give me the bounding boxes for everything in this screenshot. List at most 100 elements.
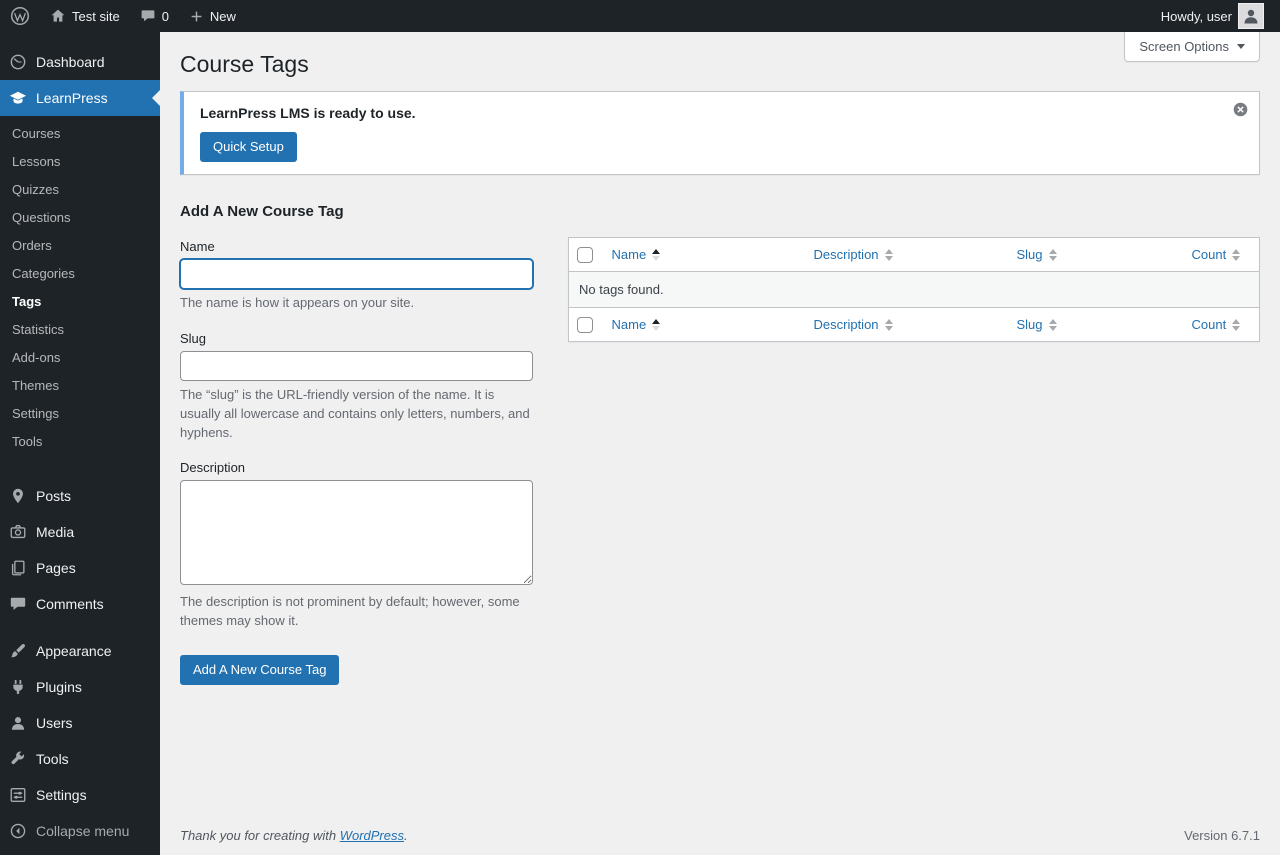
slug-label: Slug xyxy=(180,330,207,346)
submenu-item-statistics[interactable]: Statistics xyxy=(0,316,160,344)
sidebar-item-label: Users xyxy=(36,715,73,731)
sort-indicator-icon xyxy=(652,318,661,331)
sort-indicator-icon xyxy=(884,318,893,331)
sidebar-item-users[interactable]: Users xyxy=(0,705,160,741)
sidebar-item-comments[interactable]: Comments xyxy=(0,586,160,622)
add-tag-form: Add A New Course Tag Name The name is ho… xyxy=(180,195,533,686)
table-header-row: Name Description Slug Count xyxy=(568,238,1260,272)
plugins-icon xyxy=(8,677,28,697)
empty-table-row: No tags found. xyxy=(568,271,1260,308)
wordpress-logo-icon xyxy=(10,6,30,26)
comments-menu[interactable]: 0 xyxy=(130,0,179,32)
sidebar-item-label: LearnPress xyxy=(36,90,108,106)
wordpress-logo-menu[interactable] xyxy=(0,0,40,32)
submenu-item-quizzes[interactable]: Quizzes xyxy=(0,176,160,204)
sort-by-slug-link[interactable]: Slug xyxy=(1017,316,1057,333)
form-heading: Add A New Course Tag xyxy=(180,203,344,220)
submenu-item-orders[interactable]: Orders xyxy=(0,232,160,260)
sort-by-slug-link[interactable]: Slug xyxy=(1017,246,1057,263)
two-column-layout: Add A New Course Tag Name The name is ho… xyxy=(180,195,1260,686)
sidebar-item-label: Posts xyxy=(36,488,72,504)
comments-count: 0 xyxy=(161,8,169,24)
dismiss-notice-icon[interactable] xyxy=(1232,101,1249,118)
sidebar-item-label: Plugins xyxy=(36,679,82,695)
chevron-down-icon xyxy=(1237,44,1245,49)
sidebar-item-pages[interactable]: Pages xyxy=(0,550,160,586)
screen-options-label: Screen Options xyxy=(1139,39,1229,54)
admin-bar: Test site 0 New Howdy, user xyxy=(0,0,1280,32)
sidebar-item-media[interactable]: Media xyxy=(0,514,160,550)
my-account-menu[interactable]: Howdy, user xyxy=(1151,0,1274,32)
select-all-checkbox-bottom[interactable] xyxy=(577,316,593,333)
learnpress-notice: LearnPress LMS is ready to use. Quick Se… xyxy=(180,91,1260,175)
quick-setup-button[interactable]: Quick Setup xyxy=(200,132,297,162)
footer-version: Version 6.7.1 xyxy=(1184,828,1260,843)
new-label: New xyxy=(209,8,236,24)
screen-options-button[interactable]: Screen Options xyxy=(1124,32,1260,62)
description-textarea[interactable] xyxy=(180,480,533,586)
sidebar-item-tools[interactable]: Tools xyxy=(0,741,160,777)
sort-by-name-link[interactable]: Name xyxy=(612,316,661,333)
submenu-item-tools[interactable]: Tools xyxy=(0,428,160,456)
submenu-item-lessons[interactable]: Lessons xyxy=(0,148,160,176)
add-tag-submit-button[interactable]: Add A New Course Tag xyxy=(180,655,340,686)
howdy-label: Howdy, user xyxy=(1160,8,1232,24)
sort-indicator-icon xyxy=(884,248,893,261)
sidebar-item-learnpress[interactable]: LearnPress xyxy=(0,80,160,116)
site-name-menu[interactable]: Test site xyxy=(40,0,130,32)
submenu-item-settings[interactable]: Settings xyxy=(0,400,160,428)
description-label: Description xyxy=(180,460,246,476)
user-avatar-icon xyxy=(1244,9,1258,24)
sidebar-item-posts[interactable]: Posts xyxy=(0,478,160,514)
footer-thanks: Thank you for creating with WordPress. xyxy=(180,828,408,843)
comments-icon xyxy=(8,594,28,614)
sort-by-name-link[interactable]: Name xyxy=(612,246,661,263)
sort-indicator-icon xyxy=(1232,318,1241,331)
sidebar-item-plugins[interactable]: Plugins xyxy=(0,669,160,705)
sidebar-item-label: Tools xyxy=(36,751,69,767)
admin-footer: Thank you for creating with WordPress. V… xyxy=(180,828,1260,843)
plus-icon xyxy=(189,9,204,24)
sidebar-item-settings[interactable]: Settings xyxy=(0,777,160,813)
dashboard-icon xyxy=(8,52,28,72)
pages-icon xyxy=(8,558,28,578)
avatar xyxy=(1238,3,1264,29)
sidebar-item-label: Pages xyxy=(36,560,76,576)
table-footer-row: Name Description Slug Count xyxy=(568,307,1260,342)
sidebar-item-appearance[interactable]: Appearance xyxy=(0,633,160,669)
submenu-item-courses[interactable]: Courses xyxy=(0,120,160,148)
empty-message: No tags found. xyxy=(568,271,1260,308)
submenu-item-themes[interactable]: Themes xyxy=(0,372,160,400)
submenu-item-categories[interactable]: Categories xyxy=(0,260,160,288)
sidebar-item-label: Dashboard xyxy=(36,54,105,70)
learnpress-submenu: Courses Lessons Quizzes Questions Orders… xyxy=(0,116,160,466)
site-name-label: Test site xyxy=(72,8,120,24)
tags-table: Name Description Slug Count No tags foun… xyxy=(568,237,1260,342)
sidebar-item-label: Comments xyxy=(36,596,104,612)
name-field-group: Name The name is how it appears on your … xyxy=(180,239,533,313)
submenu-item-questions[interactable]: Questions xyxy=(0,204,160,232)
slug-input[interactable] xyxy=(180,350,533,381)
sidebar-item-dashboard[interactable]: Dashboard xyxy=(0,44,160,80)
sort-by-description-link[interactable]: Description xyxy=(814,316,893,333)
tags-table-container: Name Description Slug Count No tags foun… xyxy=(568,237,1260,342)
wordpress-link[interactable]: WordPress xyxy=(340,828,404,843)
description-help-text: The description is not prominent by defa… xyxy=(180,594,520,629)
select-all-checkbox[interactable] xyxy=(577,246,593,263)
home-icon xyxy=(50,8,66,24)
collapse-menu-button[interactable]: Collapse menu xyxy=(0,813,160,849)
tools-icon xyxy=(8,749,28,769)
slug-field-group: Slug The “slug” is the URL-friendly vers… xyxy=(180,331,533,443)
submenu-item-tags[interactable]: Tags xyxy=(0,288,160,316)
sort-indicator-icon xyxy=(1048,318,1057,331)
notice-message: LearnPress LMS is ready to use. xyxy=(200,105,416,121)
sort-by-count-link[interactable]: Count xyxy=(1192,246,1241,263)
submenu-item-addons[interactable]: Add-ons xyxy=(0,344,160,372)
sort-by-description-link[interactable]: Description xyxy=(814,246,893,263)
sort-indicator-icon xyxy=(1048,248,1057,261)
name-input[interactable] xyxy=(180,259,533,289)
media-icon xyxy=(8,522,28,542)
new-content-menu[interactable]: New xyxy=(179,0,246,32)
learnpress-icon xyxy=(8,88,28,108)
sort-by-count-link[interactable]: Count xyxy=(1192,316,1241,333)
